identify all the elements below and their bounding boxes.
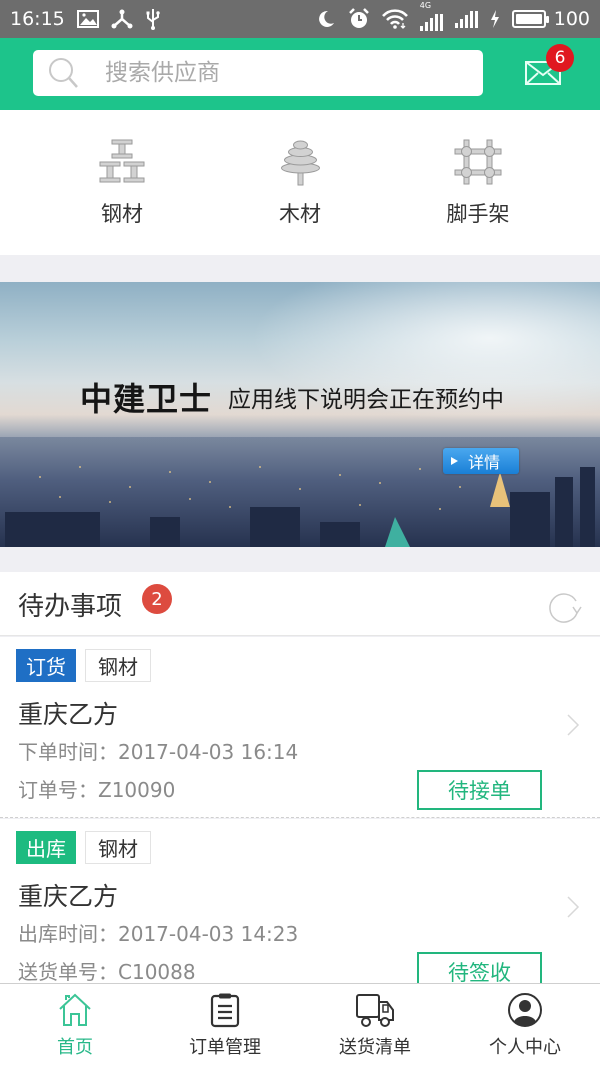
network-type-label: 4G bbox=[419, 1, 432, 10]
nav-item-home[interactable]: 首页 bbox=[0, 984, 150, 1067]
category-scaffold[interactable]: 脚手架 bbox=[378, 110, 578, 255]
night-mode-icon bbox=[318, 10, 334, 27]
category-label: 木材 bbox=[279, 202, 321, 226]
battery-percent: 100 bbox=[553, 8, 590, 30]
time-label: 出库时间： bbox=[18, 922, 118, 946]
todo-header: 待办事项 2 bbox=[0, 572, 600, 636]
nav-item-delivery[interactable]: 送货清单 bbox=[300, 984, 450, 1067]
wifi-icon bbox=[381, 9, 408, 29]
todo-title: 待办事项 bbox=[18, 592, 123, 622]
usb-icon bbox=[146, 9, 160, 30]
banner-detail-button[interactable]: 详情 bbox=[443, 448, 519, 474]
todo-count-badge: 2 bbox=[142, 584, 172, 614]
company-name: 重庆乙方 bbox=[18, 700, 119, 729]
number-value: Z10090 bbox=[98, 778, 176, 802]
chevron-right-icon bbox=[567, 896, 580, 918]
image-icon bbox=[76, 10, 99, 28]
company-name: 重庆乙方 bbox=[18, 882, 119, 911]
todo-item[interactable]: 出库 钢材 重庆乙方 出库时间：2017-04-03 14:23 送货单号：C1… bbox=[0, 819, 600, 992]
home-icon bbox=[59, 993, 91, 1026]
scaffold-icon bbox=[454, 139, 502, 185]
status-time: 16:15 bbox=[10, 8, 65, 30]
nav-label: 订单管理 bbox=[189, 1037, 261, 1058]
battery-icon bbox=[511, 10, 549, 28]
banner-title: 中建卫士 bbox=[80, 380, 213, 418]
category-wood[interactable]: 木材 bbox=[222, 110, 378, 255]
category-label: 脚手架 bbox=[446, 202, 510, 226]
category-row: 钢材 木材 脚手架 bbox=[0, 110, 600, 255]
signal-icon bbox=[454, 10, 478, 28]
bottom-nav: 首页 订单管理 送货清单 个人中心 bbox=[0, 983, 600, 1067]
category-steel[interactable]: 钢材 bbox=[22, 110, 222, 255]
detail-label: 详情 bbox=[468, 453, 501, 472]
steel-beam-icon bbox=[99, 139, 145, 183]
time-row: 出库时间：2017-04-03 14:23 bbox=[18, 918, 298, 947]
nav-label: 送货清单 bbox=[339, 1037, 411, 1058]
promo-banner[interactable]: 中建卫士 应用线下说明会正在预约中 详情 bbox=[0, 282, 600, 547]
clipboard-icon bbox=[210, 993, 240, 1028]
number-row: 订单号：Z10090 bbox=[18, 774, 175, 803]
message-count-badge: 6 bbox=[546, 44, 574, 72]
search-icon bbox=[49, 58, 78, 88]
material-tag: 钢材 bbox=[85, 831, 151, 864]
share-icon bbox=[111, 9, 133, 29]
time-value: 2017-04-03 14:23 bbox=[118, 922, 299, 946]
refresh-icon[interactable] bbox=[546, 591, 582, 625]
number-value: C10088 bbox=[118, 960, 196, 984]
chevron-right-icon bbox=[567, 714, 580, 736]
number-label: 订单号： bbox=[18, 778, 98, 802]
charging-icon bbox=[490, 10, 499, 28]
status-bar: 16:15 4G 100 bbox=[0, 0, 600, 38]
city-skyline-image bbox=[0, 437, 600, 547]
order-type-tag: 订货 bbox=[16, 649, 76, 682]
search-input[interactable] bbox=[105, 60, 465, 86]
time-value: 2017-04-03 16:14 bbox=[118, 740, 299, 764]
nav-item-profile[interactable]: 个人中心 bbox=[450, 984, 600, 1067]
top-header: 6 bbox=[0, 38, 600, 110]
category-label: 钢材 bbox=[101, 202, 143, 226]
nav-item-orders[interactable]: 订单管理 bbox=[150, 984, 300, 1067]
nav-label: 个人中心 bbox=[489, 1037, 561, 1058]
nav-label: 首页 bbox=[57, 1037, 93, 1058]
tree-icon bbox=[281, 140, 320, 186]
material-tag: 钢材 bbox=[85, 649, 151, 682]
search-box[interactable] bbox=[33, 50, 483, 96]
truck-icon bbox=[356, 994, 394, 1027]
number-label: 送货单号： bbox=[18, 960, 118, 984]
play-icon bbox=[451, 457, 458, 465]
todo-item[interactable]: 订货 钢材 重庆乙方 下单时间：2017-04-03 16:14 订单号：Z10… bbox=[0, 637, 600, 818]
time-row: 下单时间：2017-04-03 16:14 bbox=[18, 736, 298, 765]
status-button[interactable]: 待接单 bbox=[417, 770, 542, 810]
signal-4g-icon: 4G bbox=[419, 1, 443, 31]
alarm-icon bbox=[348, 8, 369, 28]
order-type-tag: 出库 bbox=[16, 831, 76, 864]
number-row: 送货单号：C10088 bbox=[18, 956, 196, 985]
time-label: 下单时间： bbox=[18, 740, 118, 764]
app-screen: 16:15 4G 100 6 bbox=[0, 0, 600, 1067]
user-icon bbox=[508, 993, 542, 1027]
banner-subtitle: 应用线下说明会正在预约中 bbox=[228, 387, 504, 413]
